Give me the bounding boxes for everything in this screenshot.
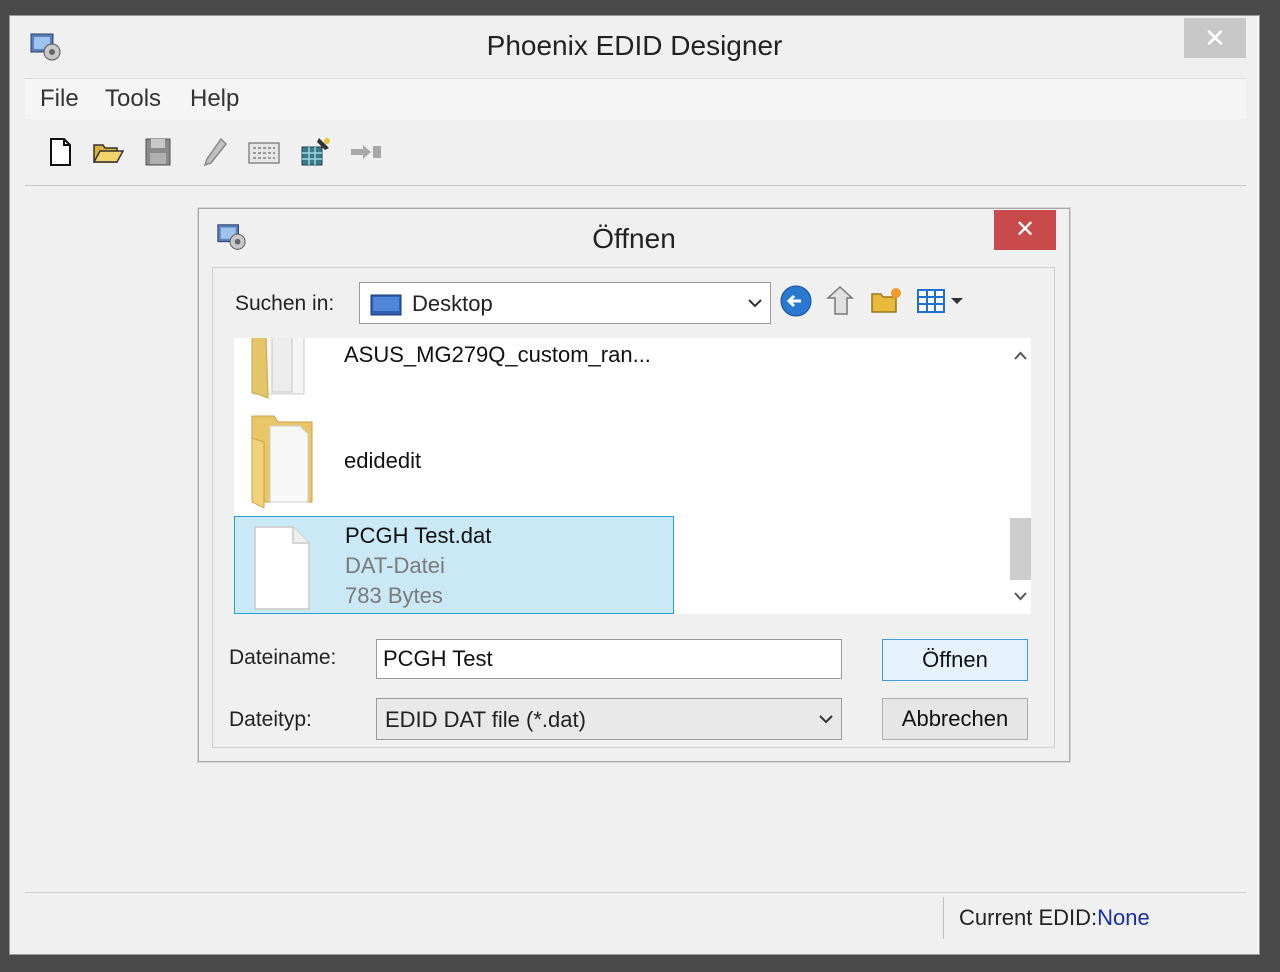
file-list-scrollbar[interactable]: [1010, 338, 1031, 614]
dialog-title: Öffnen: [592, 223, 676, 254]
menu-help[interactable]: Help: [190, 85, 239, 113]
toolbar: [25, 119, 1246, 187]
list-item[interactable]: ASUS_MG279Q_custom_ran...: [234, 338, 674, 406]
title-bar: Phoenix EDID Designer ✕: [10, 16, 1259, 78]
filename-label: Dateiname:: [229, 646, 337, 669]
filetype-value: EDID DAT file (*.dat): [385, 707, 586, 732]
lookin-value: Desktop: [412, 291, 493, 316]
open-folder-icon[interactable]: [91, 135, 125, 169]
scroll-thumb[interactable]: [1010, 518, 1031, 580]
file-size: 783 Bytes: [345, 583, 443, 608]
window-title: Phoenix EDID Designer: [486, 30, 783, 61]
desktop-icon: [370, 294, 402, 316]
scroll-down-icon[interactable]: [1010, 584, 1031, 608]
save-icon[interactable]: [141, 135, 175, 169]
open-dialog: Öffnen ✕ Suchen in: Desktop ASUS_MG279Q_…: [198, 208, 1070, 762]
dialog-close-button[interactable]: ✕: [994, 210, 1056, 250]
window-close-button[interactable]: ✕: [1184, 18, 1246, 58]
edit-pencil-icon[interactable]: [199, 135, 233, 169]
status-value: None: [1097, 905, 1150, 930]
back-arrow-icon[interactable]: [779, 284, 813, 318]
file-list[interactable]: ASUS_MG279Q_custom_ran... edidedit PCGH …: [234, 338, 1031, 614]
arrow-export-icon[interactable]: [349, 135, 383, 169]
lookin-combo[interactable]: Desktop: [359, 282, 771, 324]
filename-field[interactable]: [376, 639, 842, 679]
filetype-label: Dateityp:: [229, 708, 312, 731]
file-name: ASUS_MG279Q_custom_ran...: [344, 342, 651, 367]
view-menu-icon[interactable]: [915, 284, 967, 318]
open-button[interactable]: Öffnen: [882, 639, 1028, 681]
status-current-edid: Current EDID:None: [959, 905, 1150, 931]
menu-file[interactable]: File: [40, 85, 79, 113]
up-folder-icon[interactable]: [823, 284, 857, 318]
status-divider: [943, 897, 944, 939]
keyboard-icon[interactable]: [247, 135, 281, 169]
chevron-down-icon: [748, 299, 762, 308]
new-file-icon[interactable]: [43, 135, 77, 169]
file-name: PCGH Test.dat: [345, 523, 492, 548]
file-name: edidedit: [344, 448, 422, 473]
grid-wizard-icon[interactable]: [299, 135, 333, 169]
file-kind: DAT-Datei: [345, 553, 445, 578]
new-folder-icon[interactable]: [869, 284, 903, 318]
scroll-up-icon[interactable]: [1010, 344, 1031, 368]
list-item[interactable]: PCGH Test.dat DAT-Datei 783 Bytes: [234, 516, 674, 614]
menu-tools[interactable]: Tools: [105, 85, 161, 113]
filetype-combo[interactable]: EDID DAT file (*.dat): [376, 698, 842, 740]
cancel-button[interactable]: Abbrechen: [882, 698, 1028, 740]
list-item[interactable]: edidedit: [234, 410, 674, 510]
menu-bar: File Tools Help: [25, 78, 1246, 120]
folder-icon: [251, 415, 313, 508]
dialog-body: Suchen in: Desktop ASUS_MG279Q_custom_ra…: [212, 267, 1055, 748]
chevron-down-icon: [819, 715, 833, 724]
file-icon: [254, 526, 310, 610]
status-bar: Current EDID:None: [25, 892, 1246, 941]
lookin-label: Suchen in:: [235, 292, 335, 315]
folder-icon: [251, 338, 305, 399]
status-label: Current EDID:: [959, 905, 1098, 930]
